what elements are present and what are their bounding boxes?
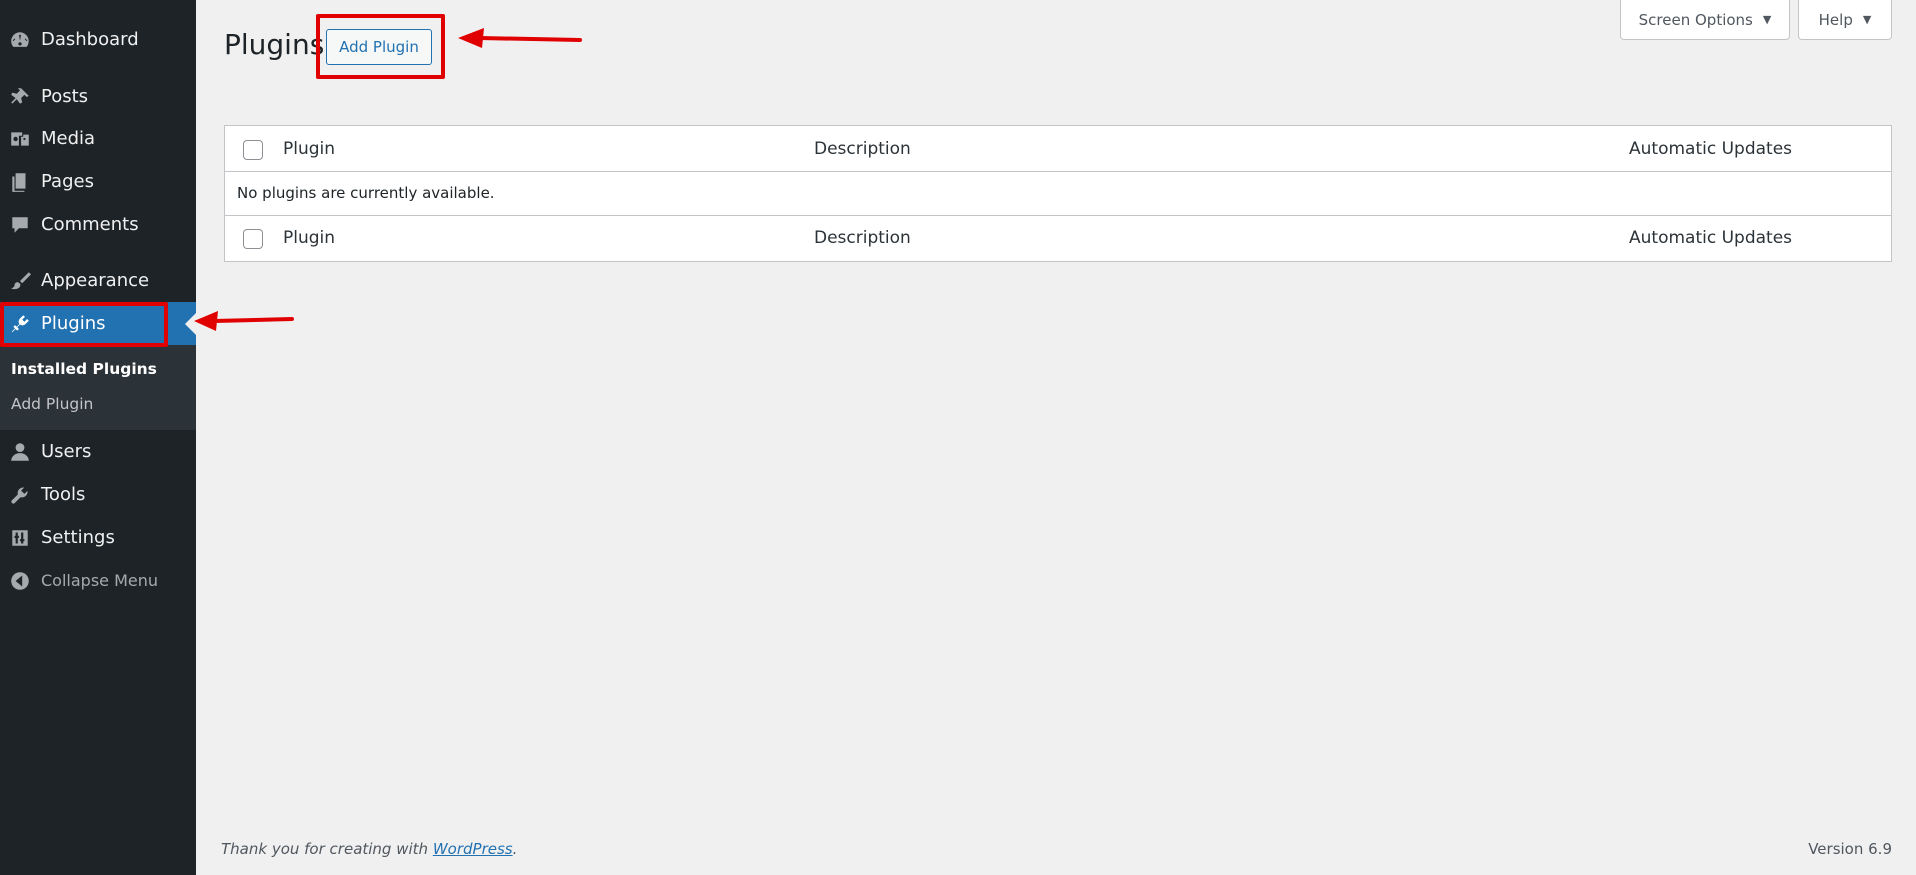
- page-title: Plugins: [224, 28, 325, 61]
- collapse-icon: [0, 559, 40, 602]
- footer-thanks-suffix: .: [512, 840, 518, 858]
- screen-options-label: Screen Options: [1638, 10, 1753, 29]
- submenu-installed-plugins[interactable]: Installed Plugins: [11, 360, 157, 378]
- sidebar-item-settings[interactable]: Settings: [0, 516, 196, 559]
- sidebar-item-label: Pages: [41, 171, 94, 192]
- admin-sidebar: Dashboard Posts Media Pages Comments App…: [0, 0, 196, 875]
- select-all-checkbox-footer[interactable]: [243, 229, 263, 249]
- table-header-row: Plugin Description Automatic Updates: [225, 126, 1891, 172]
- caret-down-icon: ▼: [1762, 13, 1772, 26]
- sidebar-item-comments[interactable]: Comments: [0, 203, 196, 246]
- sidebar-item-label: Comments: [41, 214, 139, 235]
- plugins-submenu: Installed Plugins Add Plugin: [0, 345, 196, 430]
- sidebar-item-label: Collapse Menu: [41, 571, 159, 590]
- footer-thanks-prefix: Thank you for creating with: [221, 840, 433, 858]
- help-label: Help: [1818, 10, 1853, 29]
- wordpress-link[interactable]: WordPress: [433, 840, 513, 858]
- dashboard-icon: [0, 18, 40, 61]
- sidebar-item-pages[interactable]: Pages: [0, 160, 196, 203]
- plugin-icon: [0, 302, 40, 345]
- sidebar-item-media[interactable]: Media: [0, 117, 196, 160]
- collapse-menu-button[interactable]: Collapse Menu: [0, 559, 196, 602]
- media-icon: [0, 117, 40, 160]
- sidebar-item-label: Appearance: [41, 270, 150, 291]
- column-header-automatic-updates: Automatic Updates: [1629, 139, 1793, 159]
- footer-thanks: Thank you for creating with WordPress.: [221, 840, 517, 858]
- screen-options-button[interactable]: Screen Options ▼: [1620, 0, 1790, 40]
- column-footer-description: Description: [814, 228, 911, 248]
- sidebar-item-posts[interactable]: Posts: [0, 75, 196, 118]
- help-button[interactable]: Help ▼: [1798, 0, 1892, 40]
- sidebar-item-label: Posts: [41, 86, 89, 107]
- sidebar-item-users[interactable]: Users: [0, 430, 196, 473]
- sidebar-item-label: Tools: [41, 484, 86, 505]
- user-icon: [0, 430, 40, 473]
- caret-down-icon: ▼: [1862, 13, 1872, 26]
- add-plugin-button[interactable]: Add Plugin: [326, 29, 432, 65]
- table-row: No plugins are currently available.: [225, 172, 1891, 216]
- footer-version: Version 6.9: [1808, 840, 1892, 858]
- submenu-add-plugin[interactable]: Add Plugin: [11, 395, 93, 413]
- column-footer-plugin[interactable]: Plugin: [283, 228, 335, 248]
- sidebar-item-plugins[interactable]: Plugins: [0, 302, 196, 345]
- empty-table-message: No plugins are currently available.: [237, 184, 495, 202]
- column-header-plugin[interactable]: Plugin: [283, 139, 335, 159]
- brush-icon: [0, 259, 40, 302]
- sidebar-item-label: Dashboard: [41, 29, 139, 50]
- sidebar-item-label: Media: [41, 128, 96, 149]
- wrench-icon: [0, 473, 40, 516]
- pin-icon: [0, 75, 40, 118]
- column-header-description: Description: [814, 139, 911, 159]
- sidebar-item-appearance[interactable]: Appearance: [0, 259, 196, 302]
- sidebar-item-label: Settings: [41, 527, 115, 548]
- sidebar-item-label: Users: [41, 441, 92, 462]
- table-footer-row: Plugin Description Automatic Updates: [225, 216, 1891, 261]
- sidebar-item-label: Plugins: [41, 313, 106, 334]
- sidebar-item-tools[interactable]: Tools: [0, 473, 196, 516]
- current-menu-indicator: [185, 313, 196, 335]
- select-all-checkbox[interactable]: [243, 140, 263, 160]
- comment-icon: [0, 203, 40, 246]
- settings-icon: [0, 516, 40, 559]
- pages-icon: [0, 160, 40, 203]
- column-footer-automatic-updates: Automatic Updates: [1629, 228, 1793, 248]
- plugins-table: Plugin Description Automatic Updates No …: [224, 125, 1892, 262]
- main-content: Plugins Add Plugin Screen Options ▼ Help…: [196, 0, 1916, 875]
- sidebar-item-dashboard[interactable]: Dashboard: [0, 18, 196, 61]
